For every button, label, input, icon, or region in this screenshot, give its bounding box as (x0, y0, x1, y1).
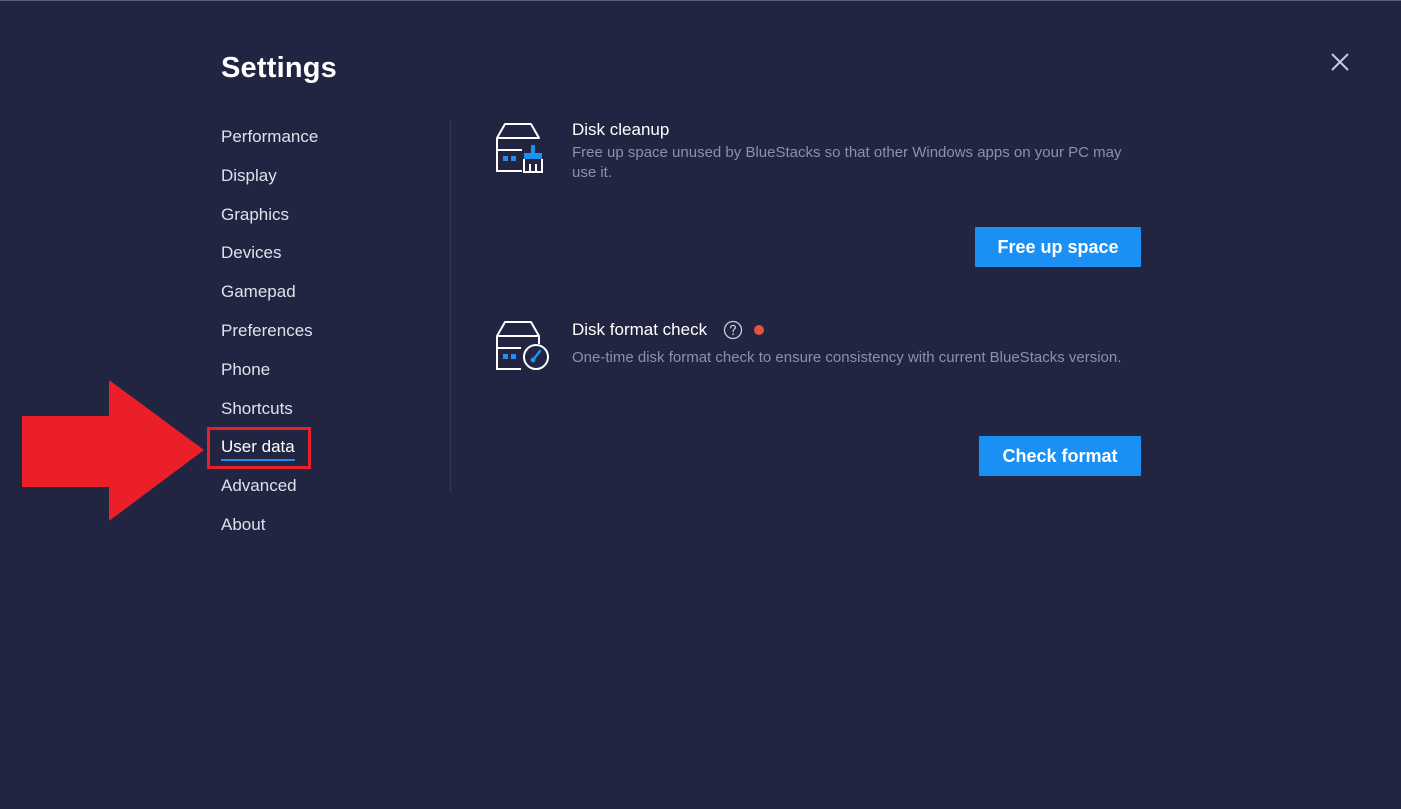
sidebar-item-label: Graphics (221, 204, 290, 224)
sidebar-item-gamepad[interactable]: Gamepad (221, 273, 421, 312)
close-button[interactable] (1326, 48, 1354, 76)
sidebar-item-preferences[interactable]: Preferences (221, 312, 421, 351)
disk-format-check-icon (493, 320, 549, 376)
sidebar-divider (450, 120, 451, 492)
page-title: Settings (221, 52, 337, 84)
notification-dot-icon (754, 325, 764, 335)
sidebar-item-label: Gamepad (221, 282, 296, 302)
close-icon (1331, 53, 1349, 71)
disk-format-check-title: Disk format check (572, 320, 708, 339)
sidebar-item-user-data[interactable]: User data (221, 428, 421, 467)
sidebar-item-label: Advanced (221, 476, 297, 496)
window-top-border (0, 0, 1401, 1)
settings-sidebar: Performance Display Graphics Devices Gam… (221, 118, 421, 545)
sidebar-item-label: Devices (221, 243, 282, 263)
sidebar-item-label: About (221, 514, 266, 534)
disk-cleanup-icon (493, 122, 549, 178)
sidebar-item-label: Shortcuts (221, 398, 293, 418)
settings-window: Settings Performance Display Graphics De… (0, 0, 1401, 809)
red-arrow-icon (22, 380, 204, 521)
help-circle-icon[interactable] (723, 320, 743, 340)
sidebar-item-graphics[interactable]: Graphics (221, 196, 421, 235)
check-format-button[interactable]: Check format (979, 436, 1141, 476)
disk-cleanup-description: Free up space unused by BlueStacks so th… (572, 144, 1122, 181)
sidebar-item-label: User data (221, 437, 295, 462)
sidebar-item-label: Performance (221, 127, 319, 146)
sidebar-item-display[interactable]: Display (221, 157, 421, 196)
sidebar-item-phone[interactable]: Phone (221, 351, 421, 390)
sidebar-item-devices[interactable]: Devices (221, 234, 421, 273)
sidebar-item-label: Phone (221, 359, 271, 379)
sidebar-item-performance[interactable]: Performance (221, 118, 421, 157)
sidebar-item-about[interactable]: About (221, 506, 421, 545)
disk-cleanup-title: Disk cleanup (572, 120, 670, 139)
sidebar-item-label: Display (221, 165, 277, 185)
sidebar-item-shortcuts[interactable]: Shortcuts (221, 390, 421, 429)
disk-format-check-description: One-time disk format check to ensure con… (572, 349, 1122, 366)
sidebar-item-advanced[interactable]: Advanced (221, 467, 421, 506)
free-up-space-button[interactable]: Free up space (975, 227, 1141, 267)
sidebar-item-label: Preferences (221, 320, 313, 340)
